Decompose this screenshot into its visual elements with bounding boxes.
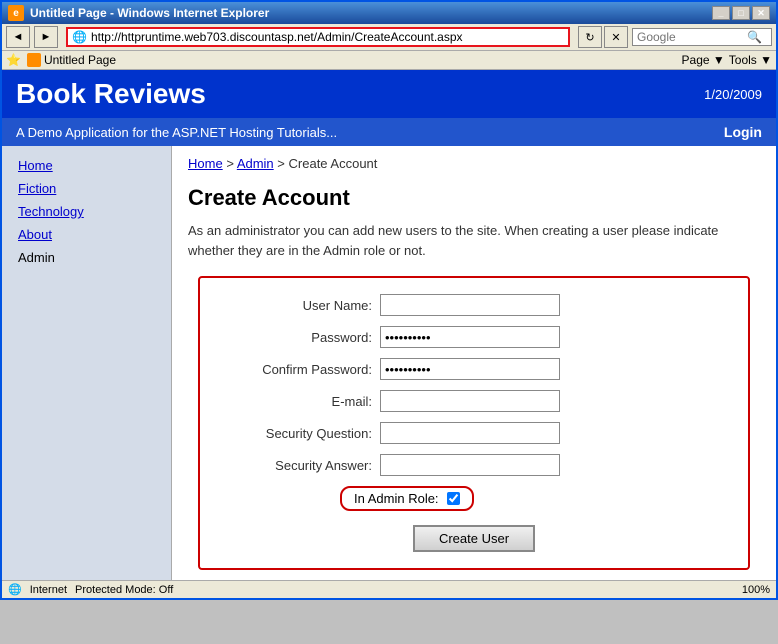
favorites-bar: ⭐ Untitled Page Page ▼ Tools ▼: [2, 51, 776, 70]
favorites-star-icon: ⭐: [6, 53, 21, 67]
confirm-password-row: Confirm Password:: [220, 358, 728, 380]
sidebar-item-admin[interactable]: Admin: [2, 246, 171, 269]
password-row: Password:: [220, 326, 728, 348]
form-panel: User Name: Password: Confirm Password:: [198, 276, 750, 570]
email-label: E-mail:: [220, 394, 380, 409]
sidebar-item-home[interactable]: Home: [2, 154, 171, 177]
breadcrumb: Home > Admin > Create Account: [188, 156, 760, 171]
refresh-button[interactable]: ↻: [578, 26, 602, 48]
blue-bar: A Demo Application for the ASP.NET Hosti…: [2, 118, 776, 146]
address-bar[interactable]: 🌐: [66, 27, 570, 47]
window-title: Untitled Page - Windows Internet Explore…: [30, 6, 269, 20]
restore-button[interactable]: □: [732, 6, 750, 20]
security-question-row: Security Question:: [220, 422, 728, 444]
tools-menu[interactable]: Tools ▼: [729, 53, 772, 67]
protected-mode-text: Protected Mode: Off: [75, 584, 173, 596]
sidebar-item-about[interactable]: About: [2, 223, 171, 246]
stop-button[interactable]: ✕: [604, 26, 628, 48]
email-row: E-mail:: [220, 390, 728, 412]
status-bar: 🌐 Internet Protected Mode: Off 100%: [2, 580, 776, 598]
back-button[interactable]: ◄: [6, 26, 30, 48]
tab-label[interactable]: Untitled Page: [44, 53, 116, 67]
username-label: User Name:: [220, 298, 380, 313]
admin-role-label: In Admin Role:: [354, 491, 439, 506]
content-area: Home > Admin > Create Account Create Acc…: [172, 146, 776, 580]
email-input[interactable]: [380, 390, 560, 412]
breadcrumb-sep2: >: [277, 156, 288, 171]
address-icon: 🌐: [72, 30, 87, 44]
toolbar: ◄ ► 🌐 ↻ ✕ 🔍: [2, 24, 776, 51]
minimize-button[interactable]: _: [712, 6, 730, 20]
search-input[interactable]: [637, 30, 747, 44]
favorites-tab-label: Untitled Page: [27, 53, 116, 67]
username-row: User Name:: [220, 294, 728, 316]
confirm-password-label: Confirm Password:: [220, 362, 380, 377]
sidebar-item-fiction[interactable]: Fiction: [2, 177, 171, 200]
zoom-level: 100%: [742, 584, 770, 596]
search-icon[interactable]: 🔍: [747, 30, 762, 44]
security-answer-input[interactable]: [380, 454, 560, 476]
login-link[interactable]: Login: [724, 124, 762, 140]
ie-icon: e: [8, 5, 24, 21]
breadcrumb-sep1: >: [226, 156, 237, 171]
forward-button[interactable]: ►: [34, 26, 58, 48]
site-header: Book Reviews 1/20/2009: [2, 70, 776, 118]
site-tagline: A Demo Application for the ASP.NET Hosti…: [16, 125, 337, 140]
title-bar: e Untitled Page - Windows Internet Explo…: [2, 2, 776, 24]
sidebar: Home Fiction Technology About Admin: [2, 146, 172, 580]
security-question-label: Security Question:: [220, 426, 380, 441]
status-right: 100%: [742, 584, 770, 596]
breadcrumb-admin[interactable]: Admin: [237, 156, 274, 171]
main-layout: Home Fiction Technology About Admin Home…: [2, 146, 776, 580]
title-bar-left: e Untitled Page - Windows Internet Explo…: [8, 5, 269, 21]
status-left: 🌐 Internet Protected Mode: Off: [8, 583, 173, 596]
submit-row: Create User: [220, 525, 728, 552]
page-description: As an administrator you can add new user…: [188, 221, 760, 260]
breadcrumb-current: Create Account: [289, 156, 378, 171]
refresh-stop-area: ↻ ✕: [578, 26, 628, 48]
page-title: Create Account: [188, 185, 760, 211]
page-tools: Page ▼ Tools ▼: [682, 53, 772, 67]
title-bar-controls[interactable]: _ □ ✕: [712, 6, 770, 20]
security-answer-row: Security Answer:: [220, 454, 728, 476]
ie-fav-icon: [27, 53, 41, 67]
admin-role-checkbox[interactable]: [447, 492, 460, 505]
status-text: Internet: [30, 584, 67, 596]
site-date: 1/20/2009: [704, 87, 762, 102]
security-answer-label: Security Answer:: [220, 458, 380, 473]
site-title: Book Reviews: [16, 78, 206, 110]
address-input[interactable]: [91, 30, 564, 44]
sidebar-item-technology[interactable]: Technology: [2, 200, 171, 223]
page-menu[interactable]: Page ▼: [682, 53, 725, 67]
close-button[interactable]: ✕: [752, 6, 770, 20]
search-bar[interactable]: 🔍: [632, 28, 772, 46]
breadcrumb-home[interactable]: Home: [188, 156, 223, 171]
confirm-password-input[interactable]: [380, 358, 560, 380]
status-globe-icon: 🌐: [8, 583, 22, 596]
browser-window: e Untitled Page - Windows Internet Explo…: [0, 0, 778, 600]
page-area: Book Reviews 1/20/2009 A Demo Applicatio…: [2, 70, 776, 580]
password-label: Password:: [220, 330, 380, 345]
admin-role-box: In Admin Role:: [340, 486, 474, 511]
password-input[interactable]: [380, 326, 560, 348]
create-user-button[interactable]: Create User: [413, 525, 535, 552]
security-question-input[interactable]: [380, 422, 560, 444]
admin-role-row: In Admin Role:: [220, 486, 728, 511]
username-input[interactable]: [380, 294, 560, 316]
